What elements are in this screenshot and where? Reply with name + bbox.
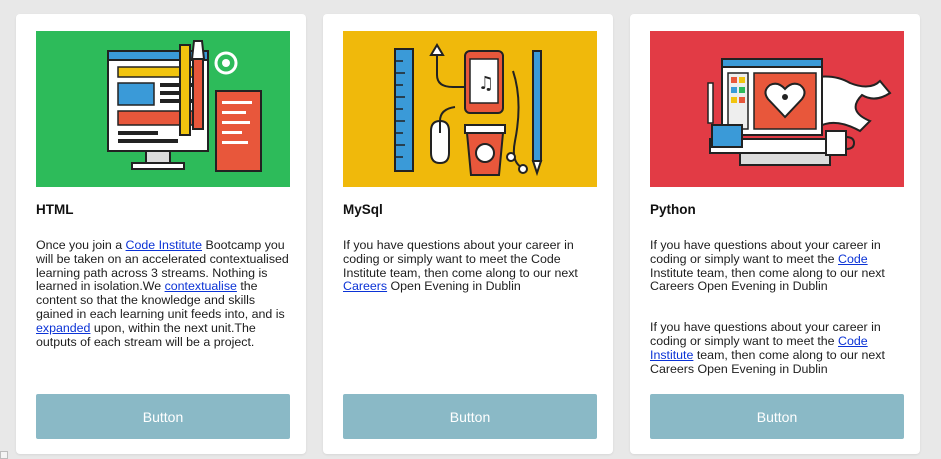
- hero-image-html: [36, 31, 290, 187]
- computer-heart-illustration: [650, 31, 904, 187]
- inline-link[interactable]: Code: [838, 252, 868, 266]
- paragraph-text: Open Evening in Dublin: [387, 279, 521, 294]
- card-paragraph: If you have questions about your career …: [650, 238, 908, 294]
- svg-text:♫: ♫: [478, 73, 494, 94]
- hero-image-python: [650, 31, 904, 187]
- card-description: If you have questions about your career …: [650, 238, 908, 403]
- inline-link[interactable]: expanded: [36, 321, 90, 335]
- card-paragraph: If you have questions about your career …: [343, 238, 601, 294]
- card-html: HTML Once you join a Code Institute Boot…: [16, 14, 306, 454]
- card-title: Python: [650, 202, 696, 217]
- inline-link[interactable]: Careers: [343, 279, 387, 293]
- card-button[interactable]: Button: [343, 394, 597, 439]
- paragraph-text: If you have questions about your career …: [343, 238, 578, 280]
- card-description: If you have questions about your career …: [343, 238, 601, 321]
- card-button[interactable]: Button: [36, 394, 290, 439]
- inline-link[interactable]: Code Institute: [126, 238, 202, 252]
- card-title: HTML: [36, 202, 74, 217]
- monitor-design-tools-illustration: [36, 31, 290, 187]
- inline-link[interactable]: contextualise: [165, 279, 237, 293]
- card-paragraph: Once you join a Code Institute Bootcamp …: [36, 238, 294, 349]
- card-button[interactable]: Button: [650, 394, 904, 439]
- card-description: Once you join a Code Institute Bootcamp …: [36, 238, 294, 376]
- gadgets-coffee-illustration: ♫: [343, 31, 597, 187]
- card-title: MySql: [343, 202, 383, 217]
- card-paragraph: If you have questions about your career …: [650, 320, 908, 376]
- hero-image-mysql: ♫: [343, 31, 597, 187]
- paragraph-text: Once you join a: [36, 238, 126, 252]
- card-python: Python If you have questions about your …: [630, 14, 920, 454]
- resize-corner: [0, 451, 8, 459]
- card-mysql: ♫ MySql If you have questions about your…: [323, 14, 613, 454]
- paragraph-text: Institute team, then come along to our n…: [650, 265, 885, 294]
